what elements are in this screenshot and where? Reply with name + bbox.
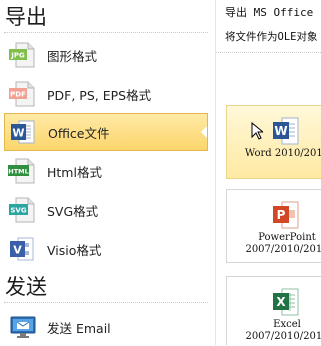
svg-text:JPG: JPG bbox=[10, 52, 25, 60]
jpg-image-icon: JPG bbox=[8, 41, 38, 69]
selection-pointer bbox=[201, 126, 207, 138]
export-item-visio[interactable]: V Visio格式 bbox=[4, 230, 208, 268]
detail-divider bbox=[216, 52, 321, 53]
send-item-label: 发送 Email bbox=[47, 320, 111, 336]
export-item-label: 图形格式 bbox=[47, 48, 98, 64]
mouse-cursor-icon bbox=[251, 121, 265, 144]
word-document-icon: W bbox=[9, 118, 39, 146]
section-divider bbox=[4, 32, 208, 33]
section-divider bbox=[4, 302, 208, 303]
svg-text:SVG: SVG bbox=[10, 207, 26, 215]
svg-text:W: W bbox=[274, 124, 287, 138]
powerpoint-icon: P bbox=[272, 200, 300, 230]
pdf-file-icon: PDF bbox=[8, 80, 38, 108]
export-item-pdf[interactable]: PDF PDF, PS, EPS格式 bbox=[4, 75, 208, 113]
svg-text:X: X bbox=[276, 295, 286, 309]
export-item-svg[interactable]: SVG SVG格式 bbox=[4, 191, 208, 229]
svg-text:PDF: PDF bbox=[10, 91, 26, 99]
export-section-title: 导出 bbox=[5, 5, 47, 29]
detail-description: 将文件作为OLE对象 bbox=[225, 31, 318, 43]
card-label: PowerPoint 2007/2010/2013 bbox=[245, 232, 321, 255]
send-section-title: 发送 bbox=[5, 275, 47, 299]
word-icon: W bbox=[272, 116, 300, 146]
svg-text:V: V bbox=[13, 244, 22, 257]
card-label: Excel 2007/2010/2013 bbox=[245, 319, 321, 342]
svg-text:P: P bbox=[277, 208, 286, 222]
export-item-office[interactable]: W Office文件 bbox=[4, 113, 208, 151]
svg-text:HTML: HTML bbox=[8, 168, 28, 176]
svg-file-icon: SVG bbox=[8, 196, 38, 224]
export-powerpoint-card[interactable]: P PowerPoint 2007/2010/2013 bbox=[226, 189, 321, 263]
send-item-email[interactable]: 发送 Email bbox=[4, 308, 208, 346]
excel-icon: X bbox=[272, 287, 300, 317]
html-file-icon: HTML bbox=[8, 157, 38, 185]
card-label: Word 2010/2013 bbox=[244, 148, 321, 159]
export-item-label: SVG格式 bbox=[47, 203, 99, 219]
export-item-label: PDF, PS, EPS格式 bbox=[47, 87, 152, 103]
export-excel-card[interactable]: X Excel 2007/2010/2013 bbox=[226, 276, 321, 345]
detail-title: 导出 MS Office bbox=[225, 6, 314, 19]
export-item-image[interactable]: JPG 图形格式 bbox=[4, 36, 208, 74]
svg-text:W: W bbox=[12, 127, 24, 140]
export-item-label: Html格式 bbox=[47, 164, 102, 180]
export-item-label: Visio格式 bbox=[47, 242, 102, 258]
left-panel: 导出 JPG 图形格式 PDF PDF, PS, EPS格式 W Office文… bbox=[0, 0, 212, 345]
detail-panel: 导出 MS Office 将文件作为OLE对象 W Word 2010/2013 bbox=[216, 0, 321, 345]
export-item-label: Office文件 bbox=[48, 125, 110, 141]
export-item-html[interactable]: HTML Html格式 bbox=[4, 152, 208, 190]
export-word-card[interactable]: W Word 2010/2013 bbox=[226, 105, 321, 179]
email-monitor-icon bbox=[8, 313, 38, 341]
visio-file-icon: V bbox=[8, 235, 38, 263]
